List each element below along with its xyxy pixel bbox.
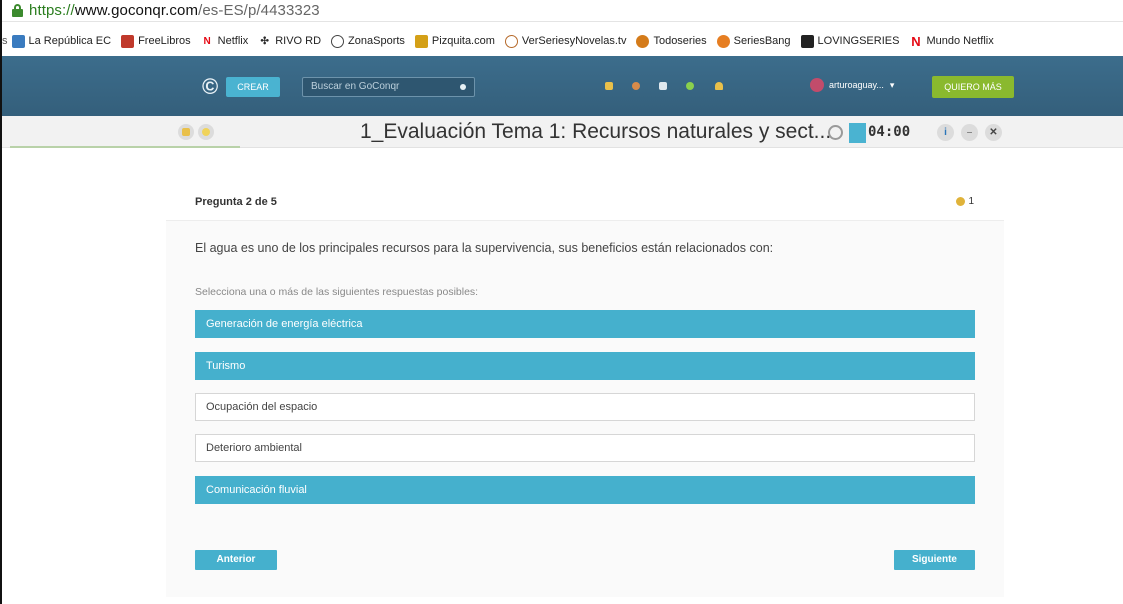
image-button[interactable] (178, 124, 194, 140)
user-menu[interactable]: arturoaguay... ▾ (810, 78, 894, 92)
chevron-down-icon: ▾ (889, 79, 895, 90)
avatar (810, 78, 824, 92)
url-domain: www.goconqr.com (74, 2, 199, 19)
search-input[interactable]: Buscar en GoConqr (302, 77, 475, 97)
timer: 04:00 (868, 124, 911, 140)
bookmark-label: Todoseries (653, 35, 707, 47)
search-placeholder: Buscar en GoConqr (311, 81, 400, 92)
next-button[interactable]: Siguiente (894, 550, 975, 570)
user-flag-icon (956, 197, 966, 206)
goconqr-logo-icon[interactable]: © (202, 74, 218, 100)
bookmark-item[interactable]: Todoseries (636, 34, 707, 48)
chat-icon[interactable] (686, 82, 694, 90)
bookmark-item[interactable]: ZonaSports (331, 34, 405, 48)
info-icon[interactable]: i (937, 124, 954, 141)
rivo-icon: ✣ (260, 35, 269, 47)
bookmark-item[interactable]: LOVINGSERIES (800, 34, 900, 48)
quiz-title: 1_Evaluación Tema 1: Recursos naturales … (360, 120, 832, 143)
mail-icon[interactable] (659, 82, 667, 90)
quiz-toolbar: 1_Evaluación Tema 1: Recursos naturales … (2, 116, 1123, 148)
seriesbang-icon (716, 34, 730, 48)
groups-icon[interactable] (632, 82, 640, 90)
question-counter: Pregunta 2 de 5 (195, 196, 277, 208)
rp-icon (11, 34, 25, 48)
url-protocol: https:// (29, 2, 75, 19)
url-path: /es-ES/p/4433323 (198, 2, 320, 19)
answer-option[interactable]: Comunicación fluvial (195, 476, 975, 504)
question-card: Pregunta 2 de 5 1 El agua es uno de los … (166, 181, 1004, 597)
bookmarks-bar: s La República EC FreeLibros N Netflix ✣ R… (2, 30, 1123, 52)
quiz-tools (178, 124, 218, 140)
tv-icon (504, 34, 518, 48)
bookmark-overflow: s (2, 35, 8, 47)
previous-button[interactable]: Anterior (195, 550, 277, 570)
username: arturoaguay... (829, 80, 884, 90)
minimize-icon[interactable]: – (961, 124, 978, 141)
bookmark-item[interactable]: Pizquita.com (414, 34, 495, 48)
question-text: El agua es uno de los principales recurs… (195, 241, 774, 255)
bookmark-label: Pizquita.com (431, 35, 495, 47)
bookmark-label: Netflix (217, 35, 249, 47)
netflix-icon: N (203, 35, 211, 47)
comment-button[interactable] (198, 124, 214, 140)
flag-count: 1 (968, 196, 974, 207)
bookmark-label: VerSeriesyNovelas.tv (521, 35, 627, 47)
answer-option[interactable]: Ocupación del espacio (195, 393, 975, 421)
app-header: © CREAR Buscar en GoConqr arturoaguay...… (2, 56, 1123, 116)
bookmark-label: ZonaSports (348, 35, 405, 47)
bookmark-item[interactable]: FreeLibros (121, 34, 191, 48)
url-text[interactable]: https://www.goconqr.com/es-ES/p/4433323 (29, 2, 320, 19)
answer-option[interactable]: Deterioro ambiental (195, 434, 975, 462)
card-header: Pregunta 2 de 5 1 (166, 181, 1004, 221)
question-hint: Selecciona una o más de las siguientes r… (195, 286, 479, 298)
bell-icon[interactable] (715, 82, 723, 90)
bookmark-label: RIVO RD (275, 35, 322, 47)
notes-icon[interactable] (605, 82, 613, 90)
address-bar[interactable]: https://www.goconqr.com/es-ES/p/4433323 (2, 0, 1123, 22)
bookmark-label: SeriesBang (733, 35, 791, 47)
book-icon (121, 34, 135, 48)
bookmark-item[interactable]: VerSeriesyNovelas.tv (504, 34, 627, 48)
bookmark-item[interactable]: La República EC (11, 34, 112, 48)
clock-icon (828, 125, 843, 140)
comment-icon (202, 128, 210, 136)
todoseries-icon (636, 34, 650, 48)
search-icon[interactable] (460, 84, 466, 90)
lovingseries-icon (800, 34, 814, 48)
bookmark-item[interactable]: N Netflix (201, 35, 249, 48)
bookmark-label: La República EC (28, 35, 112, 47)
ball-icon (331, 34, 345, 48)
progress-accent (10, 146, 240, 148)
bookmark-item[interactable]: ✣ RIVO RD (258, 35, 322, 48)
upgrade-button[interactable]: QUIERO MÁS (932, 76, 1014, 98)
netflix-icon: N (911, 33, 921, 49)
answer-option[interactable]: Turismo (195, 352, 975, 380)
create-button[interactable]: CREAR (226, 77, 280, 97)
bookmark-label: LOVINGSERIES (817, 35, 900, 47)
bookmark-label: Mundo Netflix (926, 35, 994, 47)
close-icon[interactable]: ✕ (985, 124, 1002, 141)
bookmark-item[interactable]: N Mundo Netflix (909, 35, 993, 48)
answer-option[interactable]: Generación de energía eléctrica (195, 310, 975, 338)
pizquita-icon (414, 34, 428, 48)
flag-button[interactable]: 1 (956, 196, 974, 207)
image-icon (182, 128, 190, 136)
lock-icon (12, 4, 23, 17)
bookmark-label: FreeLibros (138, 35, 191, 47)
browser-window: https://www.goconqr.com/es-ES/p/4433323 … (0, 0, 1123, 604)
bookmark-item[interactable]: SeriesBang (716, 34, 791, 48)
timer-indicator (849, 123, 866, 143)
